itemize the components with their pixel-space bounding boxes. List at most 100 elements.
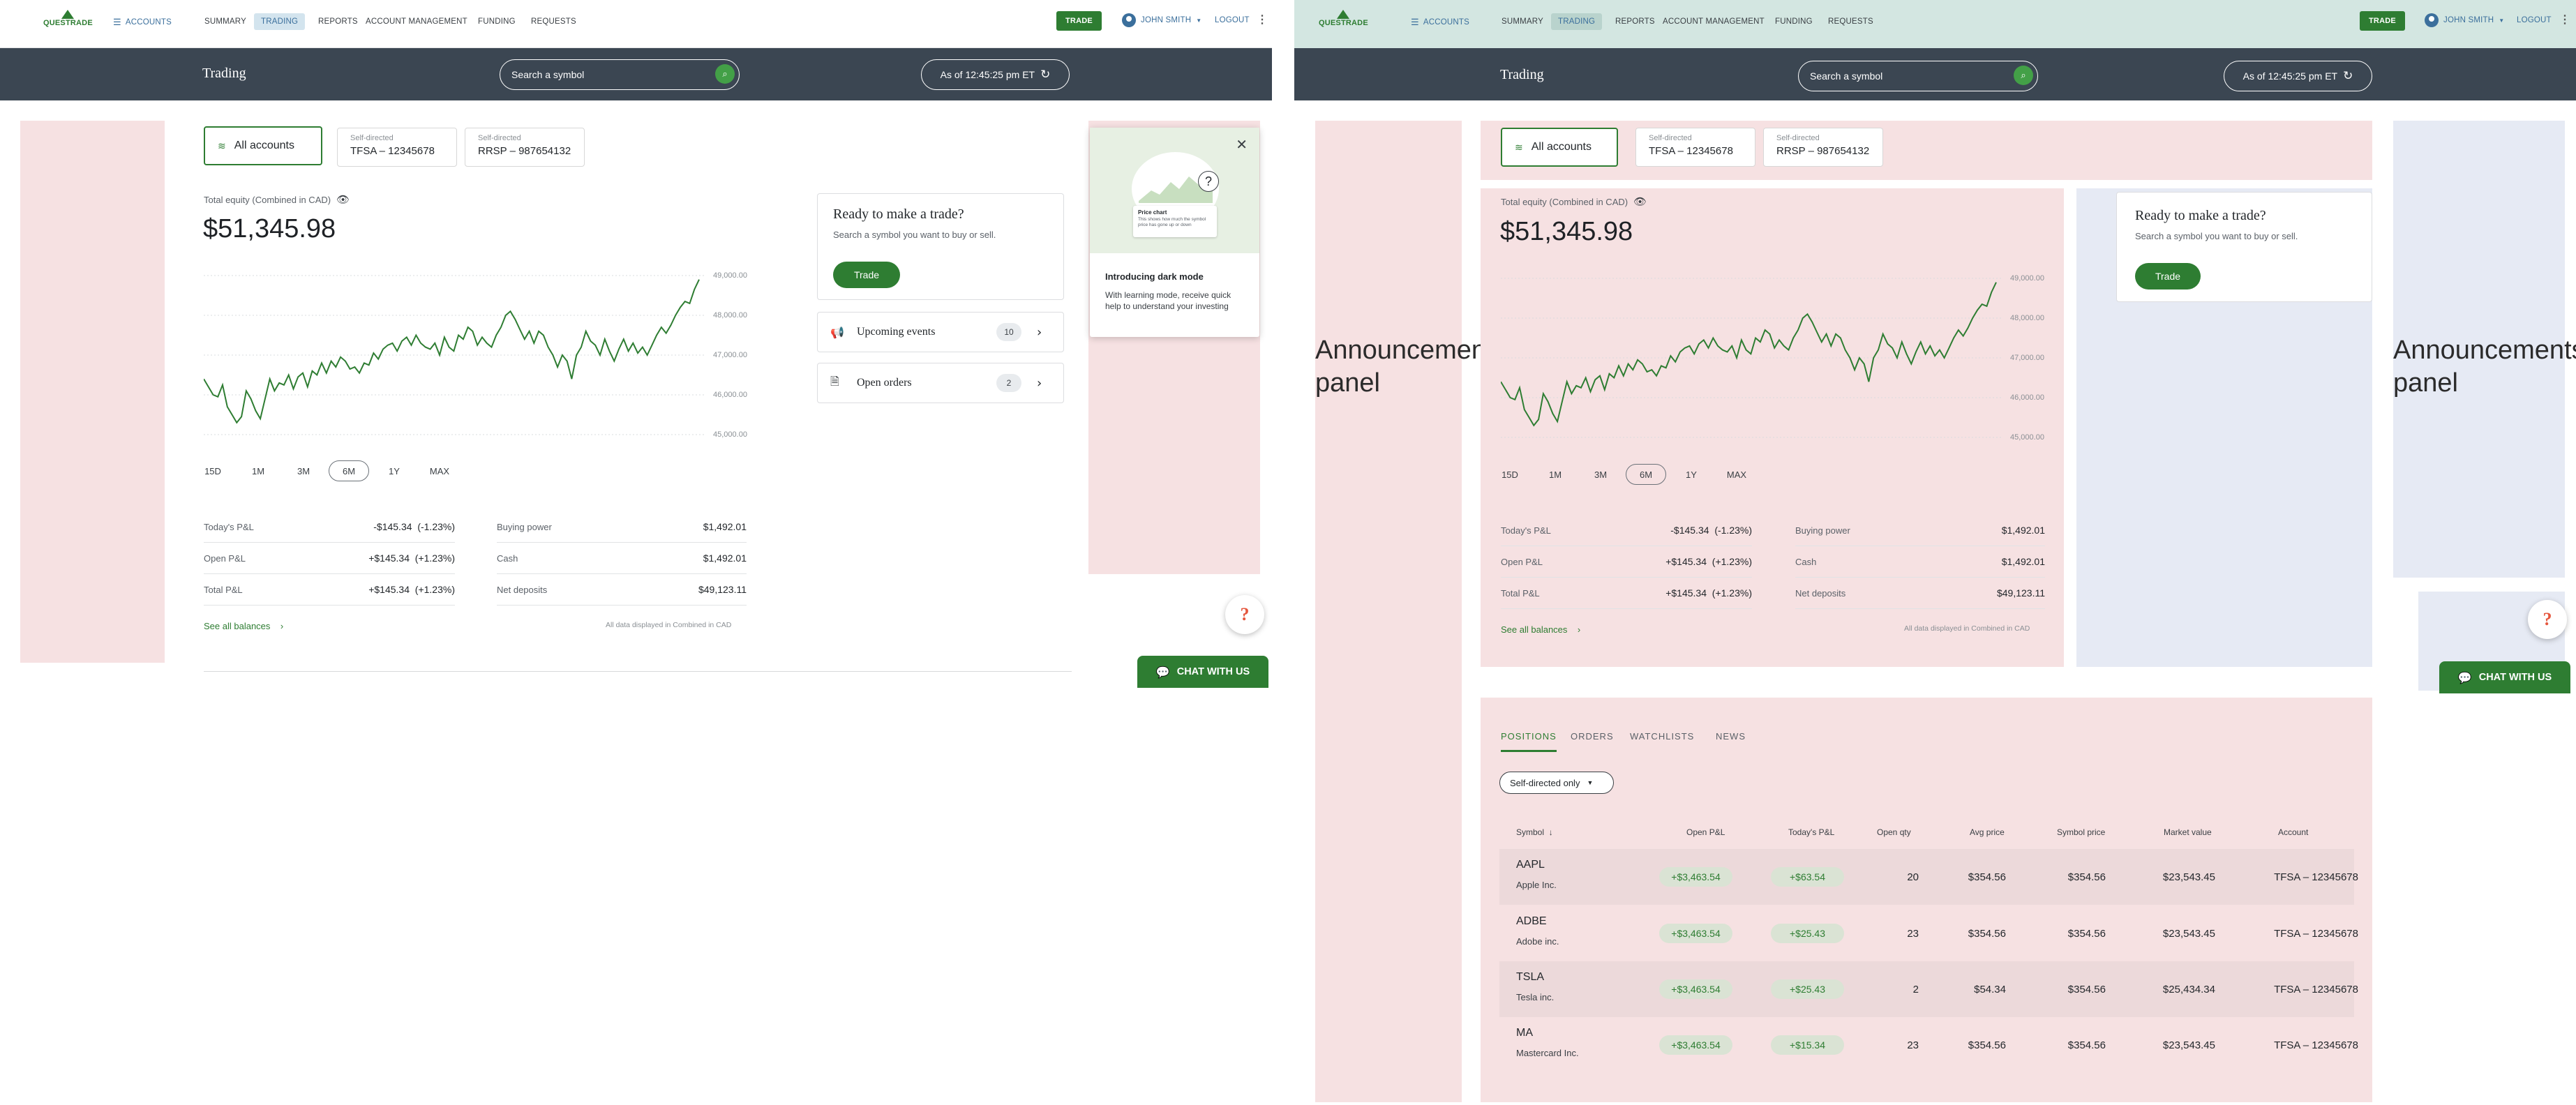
rrsp-account-tab[interactable]: Self-directed RRSP – 987654132 [465,128,585,167]
see-all-balances-link[interactable]: See all balances › [1501,624,1580,635]
nav-item-requests[interactable]: REQUESTS [1821,13,1880,30]
nav-item-trading[interactable]: TRADING [254,13,306,30]
symbol: MA [1516,1027,1533,1039]
questrade-logo[interactable]: QUESTRADE [1319,10,1368,27]
accounts-stack-icon: ≋ [218,140,226,151]
nav-item-requests[interactable]: REQUESTS [524,13,583,30]
y-tick-label: 47,000.00 [2010,354,2044,362]
sort-down-icon: ↓ [1548,827,1553,837]
timeframe-1m[interactable]: 1M [1535,464,1575,485]
help-button[interactable]: ? [2528,600,2567,639]
tab-positions[interactable]: POSITIONS [1501,731,1557,752]
timeframe-max[interactable]: MAX [419,460,460,481]
open-orders-row[interactable]: 🗎 Open orders 2 › [817,363,1064,403]
chat-with-us-button[interactable]: 💬 CHAT WITH US [2439,661,2570,693]
timeframe-6m[interactable]: 6M [1626,464,1666,485]
table-row[interactable] [1499,849,2354,905]
trade-card-button[interactable]: Trade [2135,263,2201,290]
nav-item-summary[interactable]: SUMMARY [197,13,253,30]
timeframe-1y[interactable]: 1Y [374,460,414,481]
market-value: $23,543.45 [2162,928,2215,940]
help-button[interactable]: ? [1225,595,1264,634]
nav-item-summary[interactable]: SUMMARY [1495,13,1550,30]
nav-trade-button[interactable]: TRADE [2360,11,2405,31]
tfsa-account-tab[interactable]: Self-directed TFSA – 12345678 [337,128,457,167]
col-header-account[interactable]: Account [2278,827,2308,837]
eye-icon[interactable]: 👁 [336,193,350,206]
col-header-symbol-price[interactable]: Symbol price [2057,827,2105,837]
table-row[interactable] [1499,1017,2354,1073]
timeframe-15d[interactable]: 15D [1490,464,1530,485]
market-value: $25,434.34 [2162,984,2215,995]
net-deposits-row: Net deposits $49,123.11 [497,574,747,606]
tab-watchlists[interactable]: WATCHLISTS [1630,731,1694,742]
more-menu-icon[interactable]: ⋮ [2559,13,2570,27]
all-accounts-tab[interactable]: ≋ All accounts [204,126,322,165]
timeframe-6m[interactable]: 6M [329,460,369,481]
todays-pnl-row: Today's P&L -$145.34 (-1.23%) [204,511,455,543]
timeframe-1m[interactable]: 1M [238,460,278,481]
table-row[interactable] [1499,961,2354,1017]
y-tick-label: 48,000.00 [713,311,747,320]
cash-row: Cash $1,492.01 [497,543,747,574]
trade-card-desc: Search a symbol you want to buy or sell. [833,230,996,240]
open-pnl-pill: +$3,463.54 [1659,867,1732,887]
chat-with-us-button[interactable]: 💬 CHAT WITH US [1137,656,1268,688]
accounts-menu[interactable]: ☰ ACCOUNTS [113,17,172,28]
col-header-open-qty[interactable]: Open qty [1877,827,1911,837]
see-all-balances-link[interactable]: See all balances › [204,621,283,631]
rrsp-account-tab[interactable]: Self-directed RRSP – 987654132 [1763,128,1883,167]
timeframe-3m[interactable]: 3M [283,460,324,481]
caret-down-icon: ▼ [2499,17,2505,24]
nav-item-reports[interactable]: REPORTS [311,13,365,30]
upcoming-events-row[interactable]: 📢 Upcoming events 10 › [817,312,1064,352]
user-menu[interactable]: JOHN SMITH ▼ [2425,13,2504,27]
timeframe-1y[interactable]: 1Y [1671,464,1712,485]
chevron-right-icon: › [1577,624,1581,635]
logout-link[interactable]: LOGOUT [1215,16,1250,24]
nav-trade-button[interactable]: TRADE [1056,11,1102,31]
tfsa-account-tab[interactable]: Self-directed TFSA – 12345678 [1635,128,1755,167]
logout-link[interactable]: LOGOUT [2517,16,2552,24]
trade-card-button[interactable]: Trade [833,262,900,288]
nav-item-funding[interactable]: FUNDING [1768,13,1820,30]
all-accounts-tab[interactable]: ≋ All accounts [1501,128,1618,167]
questrade-logo[interactable]: QUESTRADE [43,10,93,27]
more-menu-icon[interactable]: ⋮ [1257,13,1268,27]
timeframe-15d[interactable]: 15D [193,460,233,481]
avg-price: $354.56 [1968,871,2006,883]
col-header-market-value[interactable]: Market value [2164,827,2212,837]
market-value: $23,543.45 [2162,1039,2215,1051]
tab-orders[interactable]: ORDERS [1571,731,1614,742]
avg-price: $354.56 [1968,1039,2006,1051]
tab-news[interactable]: NEWS [1716,731,1746,742]
eye-icon[interactable]: 👁 [1633,195,1647,208]
nav-item-trading[interactable]: TRADING [1551,13,1603,30]
close-icon[interactable]: ✕ [1236,136,1248,153]
page-title: Trading [1500,67,1544,82]
col-header-open-pnl[interactable]: Open P&L [1686,827,1725,837]
nav-item-account-management[interactable]: ACCOUNT MANAGEMENT [1656,13,1772,30]
timeframe-3m[interactable]: 3M [1580,464,1621,485]
search-icon[interactable]: ⌕ [2014,66,2033,85]
open-qty: 23 [1907,928,1919,940]
nav-item-reports[interactable]: REPORTS [1608,13,1662,30]
search-icon[interactable]: ⌕ [715,64,735,84]
col-header-todays-pnl[interactable]: Today's P&L [1788,827,1834,837]
user-menu[interactable]: JOHN SMITH ▼ [1122,13,1201,27]
nav-item-funding[interactable]: FUNDING [471,13,523,30]
col-header-avg-price[interactable]: Avg price [1970,827,2005,837]
question-bubble-icon: ? [1198,171,1219,192]
table-row[interactable] [1499,905,2354,961]
col-header-symbol[interactable]: Symbol ↓ [1516,827,1553,837]
accounts-menu[interactable]: ☰ ACCOUNTS [1411,17,1469,28]
timeframe-max[interactable]: MAX [1716,464,1757,485]
as-of-refresh[interactable]: As of 12:45:25 pm ET ↻ [921,59,1070,90]
nav-item-account-management[interactable]: ACCOUNT MANAGEMENT [359,13,474,30]
equity-label: Total equity (Combined in CAD) [1501,196,1628,207]
todays-pnl-pill: +$15.34 [1771,1035,1844,1055]
as-of-refresh[interactable]: As of 12:45:25 pm ET ↻ [2224,61,2372,91]
symbol-search-input[interactable]: Search a symbol ⌕ [1798,61,2038,91]
account-filter-dropdown[interactable]: Self-directed only ▼ [1499,772,1614,794]
symbol-search-input[interactable]: Search a symbol ⌕ [500,59,740,90]
